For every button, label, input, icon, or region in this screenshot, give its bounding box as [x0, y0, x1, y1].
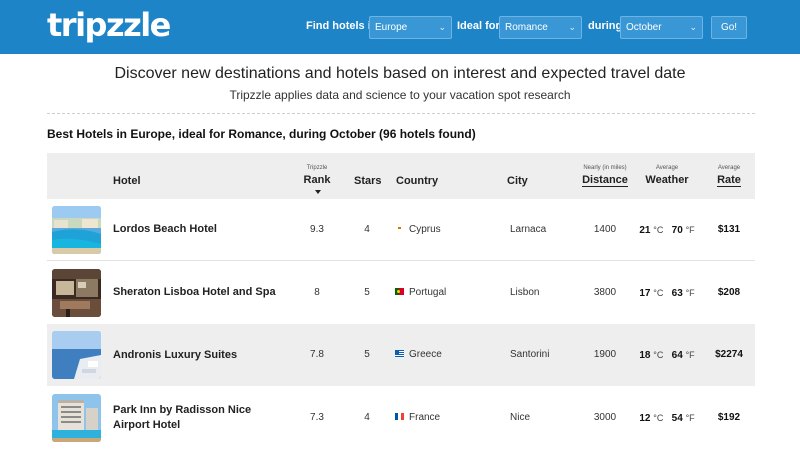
cyprus-flag-icon	[395, 225, 404, 232]
rate-value: $208	[717, 287, 741, 298]
temp-fahrenheit: 63	[671, 288, 683, 299]
region-select-value: Europe	[375, 22, 408, 33]
column-header-weather: Weather	[645, 174, 689, 186]
temp-fahrenheit: 70	[671, 225, 683, 236]
country-cell: France	[395, 387, 440, 449]
city-value: Lisbon	[510, 287, 540, 298]
hotel-thumbnail[interactable]	[52, 206, 101, 254]
sort-down-icon[interactable]	[315, 190, 321, 194]
top-bar: tripzzle Find hotels in Europe ⌄ Ideal f…	[0, 0, 800, 54]
weather-cell: 17 °C 63 °F	[627, 262, 707, 324]
hotel-thumbnail[interactable]	[52, 269, 101, 317]
country-value: France	[409, 412, 441, 423]
hotel-name-link[interactable]: Lordos Beach Hotel	[113, 222, 288, 237]
temp-fahrenheit: 64	[671, 350, 683, 361]
country-value: Portugal	[409, 287, 447, 298]
hotel-thumbnail[interactable]	[52, 331, 101, 379]
distance-value: 3800	[593, 287, 617, 298]
table-row[interactable]: Andronis Luxury Suites 7.8 5 Greece Sant…	[47, 324, 755, 386]
distance-header-caption: Nearly (in miles)	[583, 165, 627, 171]
stars-value: 4	[364, 412, 370, 423]
page-headline: Discover new destinations and hotels bas…	[114, 65, 686, 82]
weather-cell: 12 °C 54 °F	[627, 387, 707, 449]
chevron-down-icon: ⌄	[438, 22, 446, 32]
column-header-rate-label: Rate	[717, 174, 741, 187]
divider	[47, 113, 755, 114]
country-cell: Cyprus	[395, 199, 441, 261]
stars-value: 4	[364, 224, 370, 235]
greece-flag-icon	[395, 350, 404, 357]
month-select-value: October	[626, 22, 662, 33]
chevron-down-icon: ⌄	[568, 22, 576, 32]
stars-value: 5	[364, 349, 370, 360]
column-header-stars: Stars	[354, 175, 382, 187]
find-hotels-label: Find hotels in	[306, 20, 378, 32]
city-value: Larnaca	[510, 224, 547, 235]
rank-value: 7.8	[310, 349, 324, 360]
go-button[interactable]: Go!	[711, 16, 747, 39]
hotel-name-link[interactable]: Park Inn by Radisson Nice Airport Hotel	[113, 403, 288, 433]
column-header-country: Country	[396, 175, 439, 187]
column-header-distance[interactable]: Distance	[575, 174, 635, 187]
rate-value: $131	[717, 224, 741, 235]
unit-fahrenheit: °F	[685, 225, 695, 235]
hotel-thumbnail[interactable]	[52, 394, 101, 442]
table-row[interactable]: Sheraton Lisboa Hotel and Spa 8 5 Portug…	[47, 262, 755, 324]
rate-header-caption: Average	[717, 165, 741, 171]
region-select[interactable]: Europe ⌄	[369, 16, 452, 39]
rank-header-caption: Tripzzle	[306, 165, 328, 171]
unit-celsius: °C	[653, 350, 664, 360]
unit-fahrenheit: °F	[685, 288, 695, 298]
temp-fahrenheit: 54	[671, 413, 683, 424]
interest-select-value: Romance	[505, 22, 548, 33]
column-header-rank[interactable]: Rank	[297, 174, 337, 186]
column-header-city: City	[507, 175, 528, 187]
month-select[interactable]: October ⌄	[620, 16, 703, 39]
logo[interactable]: tripzzle	[47, 6, 171, 44]
unit-fahrenheit: °F	[685, 413, 695, 423]
stars-value: 5	[364, 287, 370, 298]
rank-value: 8	[314, 287, 320, 298]
country-value: Cyprus	[409, 224, 441, 235]
temp-celsius: 18	[639, 350, 651, 361]
interest-select[interactable]: Romance ⌄	[499, 16, 582, 39]
unit-celsius: °C	[653, 413, 664, 423]
distance-value: 1400	[593, 224, 617, 235]
unit-celsius: °C	[653, 225, 664, 235]
table-header: Hotel Tripzzle Rank Stars Country City N…	[47, 153, 755, 199]
weather-cell: 18 °C 64 °F	[627, 324, 707, 386]
france-flag-icon	[395, 413, 404, 420]
ideal-for-label: Ideal for	[457, 20, 500, 32]
weather-cell: 21 °C 70 °F	[627, 199, 707, 261]
country-value: Greece	[409, 349, 442, 360]
rank-value: 7.3	[310, 412, 324, 423]
rate-value: $2274	[715, 349, 743, 360]
hotel-name-link[interactable]: Andronis Luxury Suites	[113, 348, 288, 363]
temp-celsius: 17	[639, 288, 651, 299]
temp-celsius: 12	[639, 413, 651, 424]
distance-value: 1900	[593, 349, 617, 360]
column-header-hotel: Hotel	[113, 175, 141, 187]
chevron-down-icon: ⌄	[689, 22, 697, 32]
hotel-name-link[interactable]: Sheraton Lisboa Hotel and Spa	[113, 285, 288, 300]
temp-celsius: 21	[639, 225, 651, 236]
rate-value: $192	[717, 412, 741, 423]
city-value: Nice	[510, 412, 531, 423]
results-title: Best Hotels in Europe, ideal for Romance…	[47, 127, 476, 141]
weather-header-caption: Average	[655, 165, 679, 171]
during-label: during	[588, 20, 623, 32]
page-subline: Tripzzle applies data and science to you…	[229, 88, 571, 102]
distance-value: 3000	[593, 412, 617, 423]
column-header-distance-label: Distance	[582, 174, 628, 187]
rank-value: 9.3	[310, 224, 324, 235]
portugal-flag-icon	[395, 288, 404, 295]
country-cell: Greece	[395, 324, 442, 386]
table-row[interactable]: Lordos Beach Hotel 9.3 4 Cyprus Larnaca …	[47, 199, 755, 261]
country-cell: Portugal	[395, 262, 446, 324]
unit-celsius: °C	[653, 288, 664, 298]
city-value: Santorini	[510, 349, 550, 360]
unit-fahrenheit: °F	[685, 350, 695, 360]
table-row[interactable]: Park Inn by Radisson Nice Airport Hotel …	[47, 387, 755, 449]
column-header-rate[interactable]: Rate	[709, 174, 749, 187]
